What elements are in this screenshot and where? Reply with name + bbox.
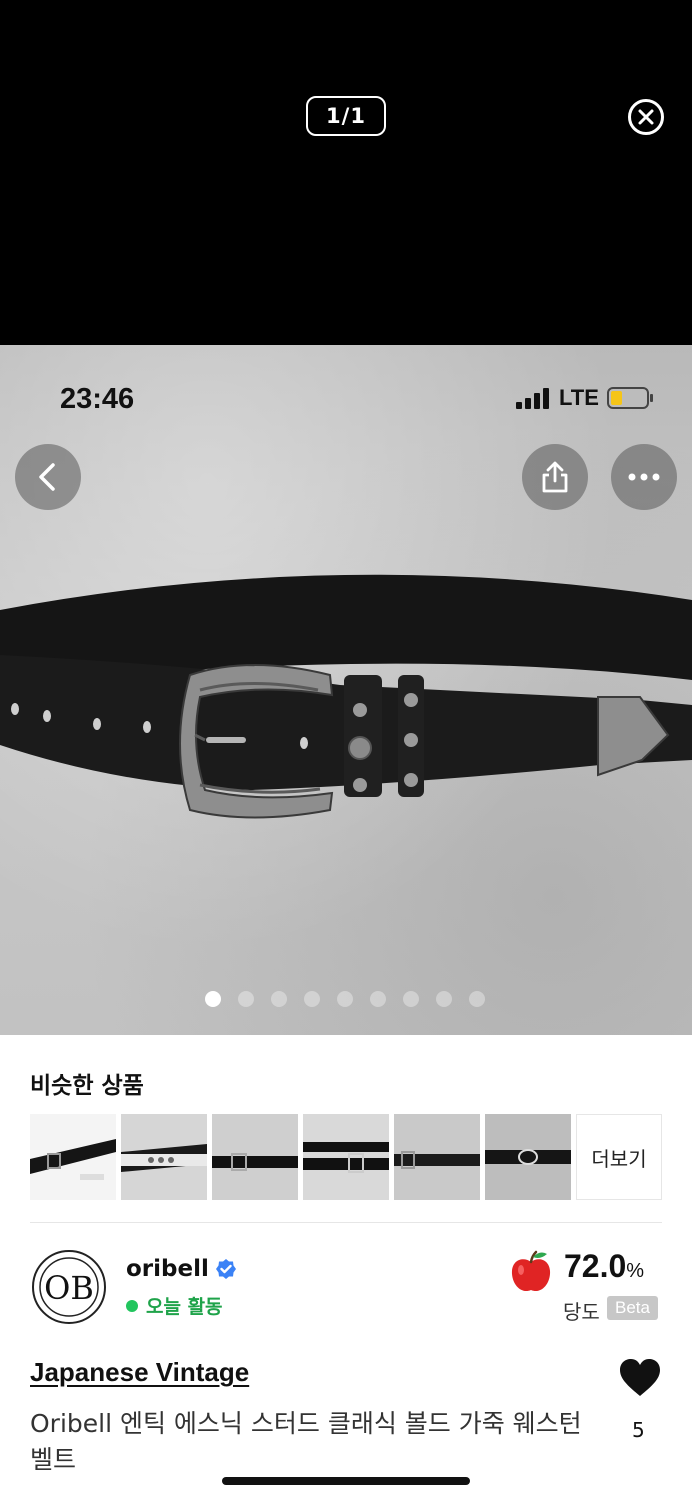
chevron-left-icon <box>39 463 55 491</box>
more-options-button[interactable] <box>611 444 677 510</box>
sweetness-unit: % <box>626 1260 645 1282</box>
network-label: LTE <box>559 385 599 410</box>
image-viewer-header: 1/1 <box>0 0 692 345</box>
carousel-dot[interactable] <box>469 991 485 1007</box>
product-photo[interactable]: 23:46 LTE <box>0 345 692 1035</box>
seller-activity-status: 오늘 활동 <box>126 1292 223 1319</box>
divider <box>30 1222 662 1223</box>
like-heart-icon[interactable] <box>618 1358 662 1398</box>
back-button[interactable] <box>15 444 81 510</box>
verified-badge-icon <box>215 1259 236 1279</box>
sweetness-number: 72.0 <box>564 1248 627 1284</box>
apple-icon <box>511 1250 551 1292</box>
product-title: Oribell 엔틱 에스닉 스터드 클래식 볼드 가죽 웨스턴 벨트 <box>30 1409 582 1474</box>
online-dot-icon <box>126 1299 138 1312</box>
similar-product-thumb[interactable] <box>121 1114 207 1200</box>
status-time: 23:46 <box>60 383 135 415</box>
carousel-dots <box>205 991 485 1007</box>
share-icon <box>542 461 568 493</box>
beta-badge: Beta <box>607 1296 658 1320</box>
home-indicator <box>222 1477 470 1485</box>
similar-product-thumb[interactable] <box>394 1114 480 1200</box>
seller-avatar[interactable]: OB <box>32 1250 106 1324</box>
carousel-dot[interactable] <box>304 991 320 1007</box>
close-icon[interactable] <box>628 99 664 135</box>
similar-products-title: 비슷한 상품 <box>30 1073 144 1099</box>
brand-link[interactable]: Japanese Vintage <box>30 1357 249 1388</box>
seller-name: oribell <box>126 1256 209 1282</box>
similar-product-thumb[interactable] <box>485 1114 571 1200</box>
status-indicators: LTE <box>515 385 655 411</box>
sweetness-label: 당도 <box>563 1300 600 1324</box>
activity-label: 오늘 활동 <box>146 1296 223 1318</box>
ellipsis-icon <box>628 473 660 481</box>
see-more-button[interactable]: 더보기 <box>576 1114 662 1200</box>
seller-name-row[interactable]: oribell <box>126 1256 237 1282</box>
carousel-dot[interactable] <box>271 991 287 1007</box>
similar-product-thumb[interactable] <box>303 1114 389 1200</box>
carousel-dot[interactable] <box>436 991 452 1007</box>
signal-icon <box>516 388 549 409</box>
belt-image <box>0 574 692 819</box>
carousel-dot[interactable] <box>403 991 419 1007</box>
carousel-dot[interactable] <box>370 991 386 1007</box>
carousel-dot[interactable] <box>238 991 254 1007</box>
like-count: 5 <box>632 1418 645 1442</box>
carousel-dot[interactable] <box>337 991 353 1007</box>
seller-logo: OB <box>39 1257 99 1317</box>
battery-icon <box>606 387 653 409</box>
svg-text:OB: OB <box>44 1269 94 1307</box>
share-button[interactable] <box>522 444 588 510</box>
sweetness-value: 72.0% <box>564 1248 644 1285</box>
similar-product-thumb[interactable] <box>212 1114 298 1200</box>
similar-product-thumb[interactable] <box>30 1114 116 1200</box>
similar-products-list <box>30 1114 571 1200</box>
carousel-dot[interactable] <box>205 991 221 1007</box>
image-counter: 1/1 <box>306 96 386 136</box>
